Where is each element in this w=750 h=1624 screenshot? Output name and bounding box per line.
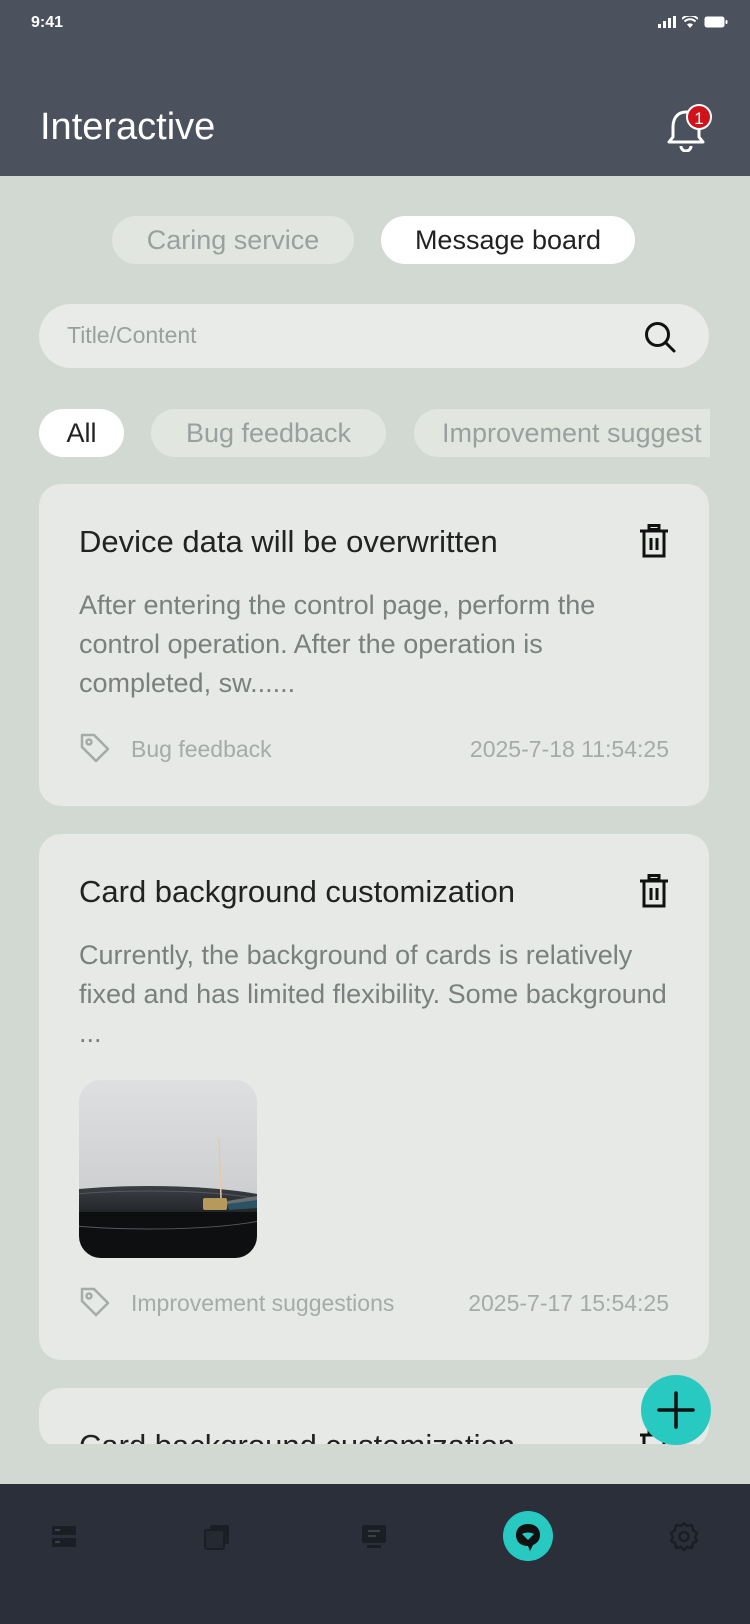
post-footer: Improvement suggestions 2025-7-17 15:54:… — [79, 1286, 669, 1322]
filter-improvement-suggestions[interactable]: Improvement suggest — [414, 409, 710, 457]
nav-item-monitor[interactable] — [344, 1484, 404, 1624]
post-image-thumbnail[interactable] — [79, 1080, 257, 1258]
trash-icon[interactable] — [639, 524, 669, 558]
post-timestamp: 2025-7-17 15:54:25 — [468, 1290, 669, 1316]
tag-icon — [80, 733, 110, 763]
filter-bug-feedback[interactable]: Bug feedback — [151, 409, 386, 457]
filter-chips: All Bug feedback Improvement suggest — [39, 409, 710, 457]
tag-icon — [80, 1287, 110, 1317]
nav-item-settings[interactable] — [654, 1484, 714, 1624]
app-header: 9:41 Interactive 1 — [0, 0, 750, 176]
scenes-icon — [204, 1525, 229, 1550]
status-bar: 9:41 — [0, 0, 750, 48]
filter-all[interactable]: All — [39, 409, 124, 457]
nav-item-messages[interactable] — [498, 1484, 558, 1624]
status-time: 9:41 — [31, 14, 64, 31]
post-body: Currently, the background of cards is re… — [79, 940, 667, 1048]
tab-message-board[interactable]: Message board — [381, 216, 635, 264]
post-card[interactable]: Device data will be overwritten After en… — [39, 484, 709, 806]
monitor-icon — [362, 1525, 386, 1548]
post-card[interactable]: Card background customization Currently,… — [39, 834, 709, 1360]
notification-badge: 1 — [686, 104, 712, 130]
turntable-image — [79, 1080, 257, 1258]
add-post-button[interactable] — [641, 1375, 711, 1445]
post-tag: Bug feedback — [131, 736, 272, 762]
bottom-nav — [0, 1484, 750, 1624]
signal-icon — [658, 16, 676, 28]
post-footer: Bug feedback 2025-7-18 11:54:25 — [79, 732, 669, 768]
plus-icon — [657, 1391, 695, 1429]
trash-icon[interactable] — [639, 874, 669, 908]
nav-item-devices[interactable] — [34, 1484, 94, 1624]
battery-icon — [704, 16, 728, 28]
post-title: Card background customization — [79, 1428, 515, 1444]
post-title: Device data will be overwritten — [79, 524, 498, 559]
search-input[interactable]: Title/Content — [67, 322, 197, 349]
post-body: After entering the control page, perform… — [79, 590, 596, 698]
page-title: Interactive — [40, 106, 216, 148]
settings-icon — [669, 1521, 699, 1552]
content-area: Caring service Message board Title/Conte… — [0, 176, 750, 1444]
tab-caring-service[interactable]: Caring service — [112, 216, 354, 264]
search-bar[interactable]: Title/Content — [39, 304, 709, 368]
message-icon — [503, 1511, 553, 1561]
search-icon[interactable] — [643, 320, 677, 354]
devices-icon — [52, 1526, 76, 1547]
post-tag: Improvement suggestions — [131, 1290, 395, 1316]
post-card[interactable]: Card background customization — [39, 1388, 709, 1444]
nav-item-scenes[interactable] — [187, 1484, 247, 1624]
wifi-icon — [682, 16, 698, 28]
post-timestamp: 2025-7-18 11:54:25 — [469, 736, 669, 762]
status-icons — [658, 16, 728, 28]
post-title: Card background customization — [79, 874, 515, 909]
